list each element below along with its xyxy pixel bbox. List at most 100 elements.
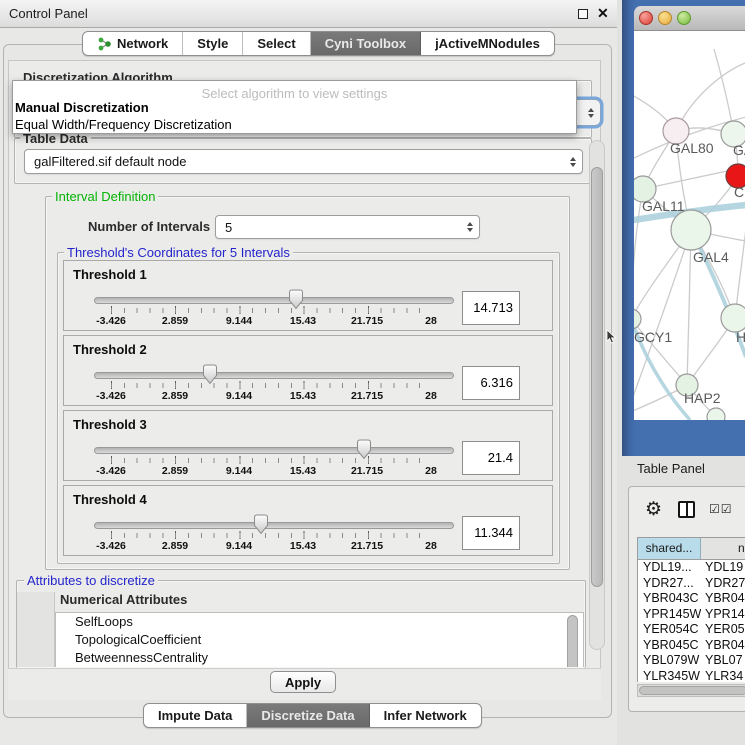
- network-node-label: C: [734, 184, 744, 200]
- checkboxes-icon[interactable]: ☑☑: [709, 502, 733, 516]
- tick-label: -3.426: [96, 465, 126, 477]
- cell: YPR14: [701, 607, 745, 623]
- network-node-label: H: [736, 329, 745, 345]
- tab-style[interactable]: Style: [183, 32, 243, 55]
- network-node-label: GAL4: [693, 249, 729, 265]
- tab-impute-data[interactable]: Impute Data: [144, 704, 247, 727]
- tab-discretize-data[interactable]: Discretize Data: [247, 704, 369, 727]
- tick-label: -3.426: [96, 540, 126, 552]
- tab-infer-network[interactable]: Infer Network: [370, 704, 481, 727]
- tick-label: 21.715: [351, 540, 383, 552]
- cell: YER05: [701, 622, 745, 638]
- table-row[interactable]: YBL079WYBL07: [638, 653, 745, 669]
- tick-label: 21.715: [351, 315, 383, 327]
- network-icon: [97, 36, 112, 52]
- cell: YLR345W: [638, 669, 701, 683]
- threshold-value-field[interactable]: 14.713: [462, 291, 520, 325]
- threshold-row: Threshold 3 -3.4262.8599.14415.4321.7152…: [63, 410, 553, 481]
- threshold-slider-thumb[interactable]: [356, 439, 372, 460]
- table-row[interactable]: YLR345WYLR34: [638, 669, 745, 683]
- list-item[interactable]: BetweennessCentrality: [56, 649, 583, 667]
- scrollbar-thumb[interactable]: [639, 686, 745, 695]
- network-node[interactable]: [721, 304, 745, 332]
- cell: YBL07: [701, 653, 745, 669]
- cell: YLR34: [701, 669, 745, 683]
- threshold-slider-track[interactable]: [94, 522, 454, 529]
- dropdown-item-equal-width-frequency[interactable]: Equal Width/Frequency Discretization: [15, 117, 232, 132]
- cell: YBL079W: [638, 653, 701, 669]
- list-item[interactable]: SelfLoops: [56, 613, 583, 631]
- column-header-name[interactable]: na: [701, 538, 745, 559]
- number-of-intervals-combo[interactable]: 5: [215, 215, 480, 239]
- slider-ticks: [111, 308, 432, 313]
- threshold-slider-track[interactable]: [94, 372, 454, 379]
- numerical-attributes-list: SelfLoops TopologicalCoefficient Between…: [55, 612, 584, 667]
- network-window-titlebar[interactable]: [634, 6, 745, 31]
- tab-label: Network: [117, 36, 168, 51]
- network-canvas[interactable]: GAL80GACGAL11GAL4GCY1HHAP2: [634, 31, 745, 420]
- slider-ticks: [111, 533, 432, 538]
- scrollbar-thumb[interactable]: [591, 167, 603, 587]
- network-node[interactable]: [671, 210, 711, 250]
- tick-label: 2.859: [162, 465, 188, 477]
- tick-label: -3.426: [96, 315, 126, 327]
- table-row[interactable]: YER054CYER05: [638, 622, 745, 638]
- close-traffic-light-icon[interactable]: [639, 11, 653, 25]
- table-row[interactable]: YPR145WYPR14: [638, 607, 745, 623]
- threshold-value-field[interactable]: 21.4: [462, 441, 520, 475]
- table-data-combo[interactable]: galFiltered.sif default node: [24, 149, 583, 174]
- panel-scrollbar[interactable]: [589, 140, 605, 650]
- tab-jactivemnodules[interactable]: jActiveMNodules: [421, 32, 554, 55]
- table-row[interactable]: YDR27...YDR27: [638, 576, 745, 592]
- tab-label: jActiveMNodules: [435, 36, 540, 51]
- stepper-icon: [467, 222, 473, 232]
- network-node[interactable]: [707, 408, 725, 420]
- threshold-slider-track[interactable]: [94, 447, 454, 454]
- tab-cyni-toolbox[interactable]: Cyni Toolbox: [311, 32, 421, 55]
- slider-scale-labels: -3.4262.8599.14415.4321.71528: [111, 390, 431, 402]
- cell: YER054C: [638, 622, 701, 638]
- network-node[interactable]: [634, 309, 641, 329]
- threshold-slider-thumb[interactable]: [202, 364, 218, 385]
- threshold-slider-thumb[interactable]: [253, 514, 269, 535]
- zoom-traffic-light-icon[interactable]: [677, 11, 691, 25]
- cyni-mode-tabs: Impute Data Discretize Data Infer Networ…: [143, 703, 482, 728]
- stepper-icon: [570, 157, 576, 167]
- tab-select[interactable]: Select: [243, 32, 310, 55]
- tick-label: 21.715: [351, 465, 383, 477]
- interval-definition-label: Interval Definition: [52, 189, 158, 204]
- tick-label: 15.43: [290, 315, 316, 327]
- float-window-icon[interactable]: [578, 9, 588, 19]
- apply-button[interactable]: Apply: [270, 671, 336, 693]
- threshold-value-field[interactable]: 6.316: [462, 366, 520, 400]
- network-node-label: GCY1: [634, 329, 672, 345]
- mouse-cursor: [606, 329, 618, 345]
- minimize-traffic-light-icon[interactable]: [658, 11, 672, 25]
- table-row[interactable]: YDL19...YDL19: [638, 560, 745, 576]
- cell: YDR27: [701, 576, 745, 592]
- threshold-slider-track[interactable]: [94, 297, 454, 304]
- tick-label: -3.426: [96, 390, 126, 402]
- dropdown-item-manual-discretization[interactable]: Manual Discretization: [15, 100, 149, 115]
- column-header-shared-name[interactable]: shared...: [638, 538, 701, 559]
- tab-network[interactable]: Network: [83, 32, 183, 55]
- attributes-to-discretize-label: Attributes to discretize: [24, 573, 158, 588]
- right-region: GAL80GACGAL11GAL4GCY1HHAP2 Table Panel ⚙…: [617, 0, 745, 745]
- list-item[interactable]: TopologicalCoefficient: [56, 631, 583, 649]
- tick-label: 9.144: [226, 390, 252, 402]
- threshold-label: Threshold 2: [73, 342, 147, 357]
- split-columns-icon[interactable]: [678, 501, 695, 518]
- attributes-list-scrollbar[interactable]: [567, 615, 578, 667]
- table-row[interactable]: YBR045CYBR04: [638, 638, 745, 654]
- threshold-slider-thumb[interactable]: [288, 289, 304, 310]
- table-row[interactable]: YBR043CYBR04: [638, 591, 745, 607]
- tick-label: 9.144: [226, 315, 252, 327]
- close-icon[interactable]: ✕: [597, 5, 609, 22]
- threshold-value-field[interactable]: 11.344: [462, 516, 520, 550]
- gear-icon[interactable]: ⚙: [645, 498, 662, 521]
- table-horizontal-scrollbar[interactable]: [637, 684, 745, 697]
- tick-label: 2.859: [162, 540, 188, 552]
- cell: YDL19: [701, 560, 745, 576]
- cell: YBR043C: [638, 591, 701, 607]
- tick-label: 9.144: [226, 465, 252, 477]
